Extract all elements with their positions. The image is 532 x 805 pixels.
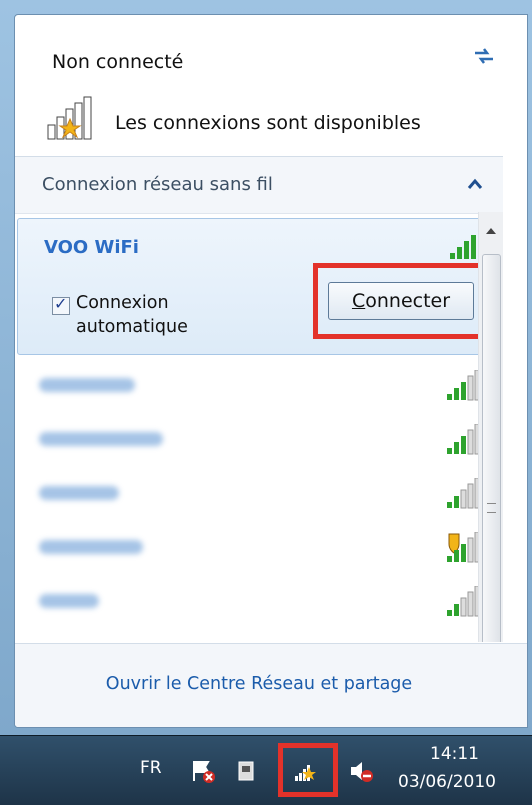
list-item[interactable] bbox=[15, 360, 503, 412]
scroll-thumb[interactable] bbox=[482, 254, 501, 642]
flyout-footer: Ouvrir le Centre Réseau et partage bbox=[15, 643, 527, 727]
connect-button[interactable]: Connecter bbox=[328, 282, 474, 320]
language-indicator[interactable]: FR bbox=[140, 758, 162, 778]
wireless-section-header[interactable]: Connexion réseau sans fil bbox=[15, 156, 503, 214]
volume-muted-icon[interactable] bbox=[348, 758, 374, 784]
list-item[interactable] bbox=[15, 468, 503, 520]
clock-time[interactable]: 14:11 bbox=[430, 744, 479, 764]
network-name: VOO WiFi bbox=[44, 237, 139, 258]
list-item-partial[interactable] bbox=[15, 630, 503, 642]
scrollbar[interactable] bbox=[478, 212, 503, 642]
network-item-selected[interactable]: VOO WiFi ✓ Connexion automatique Connect… bbox=[17, 218, 503, 355]
wireless-star-icon bbox=[47, 96, 92, 140]
blurred-network-name bbox=[39, 486, 119, 500]
list-item[interactable] bbox=[15, 414, 503, 466]
blurred-network-name bbox=[39, 594, 99, 608]
tray-icon-highlight-box bbox=[278, 743, 338, 797]
grip-icon bbox=[487, 503, 496, 513]
availability-text: Les connexions sont disponibles bbox=[115, 112, 421, 134]
blurred-network-name bbox=[39, 540, 143, 554]
blurred-network-name bbox=[39, 432, 163, 446]
network-center-link[interactable]: Ouvrir le Centre Réseau et partage bbox=[15, 674, 503, 694]
auto-connect-label: Connexion automatique bbox=[76, 293, 188, 337]
network-list: VOO WiFi ✓ Connexion automatique Connect… bbox=[15, 212, 503, 642]
connection-status: Non connecté Les connexions sont disponi… bbox=[15, 15, 527, 155]
refresh-icon[interactable] bbox=[471, 45, 497, 67]
clock-date[interactable]: 03/06/2010 bbox=[398, 772, 496, 792]
action-center-flag-icon[interactable] bbox=[190, 758, 216, 784]
list-item[interactable] bbox=[15, 522, 503, 574]
status-title: Non connecté bbox=[52, 51, 184, 73]
scroll-up-icon[interactable] bbox=[485, 226, 497, 236]
network-flyout: Non connecté Les connexions sont disponi… bbox=[14, 14, 528, 728]
list-item[interactable] bbox=[15, 576, 503, 628]
section-label: Connexion réseau sans fil bbox=[42, 174, 273, 195]
chevron-up-icon[interactable] bbox=[467, 177, 483, 191]
auto-connect-checkbox[interactable]: ✓ bbox=[52, 294, 70, 315]
taskbar: FR 14:11 03/06/2010 bbox=[0, 735, 532, 805]
checkmark-icon: ✓ bbox=[54, 294, 68, 313]
power-plug-icon[interactable] bbox=[234, 758, 260, 784]
blurred-network-name bbox=[39, 378, 135, 392]
